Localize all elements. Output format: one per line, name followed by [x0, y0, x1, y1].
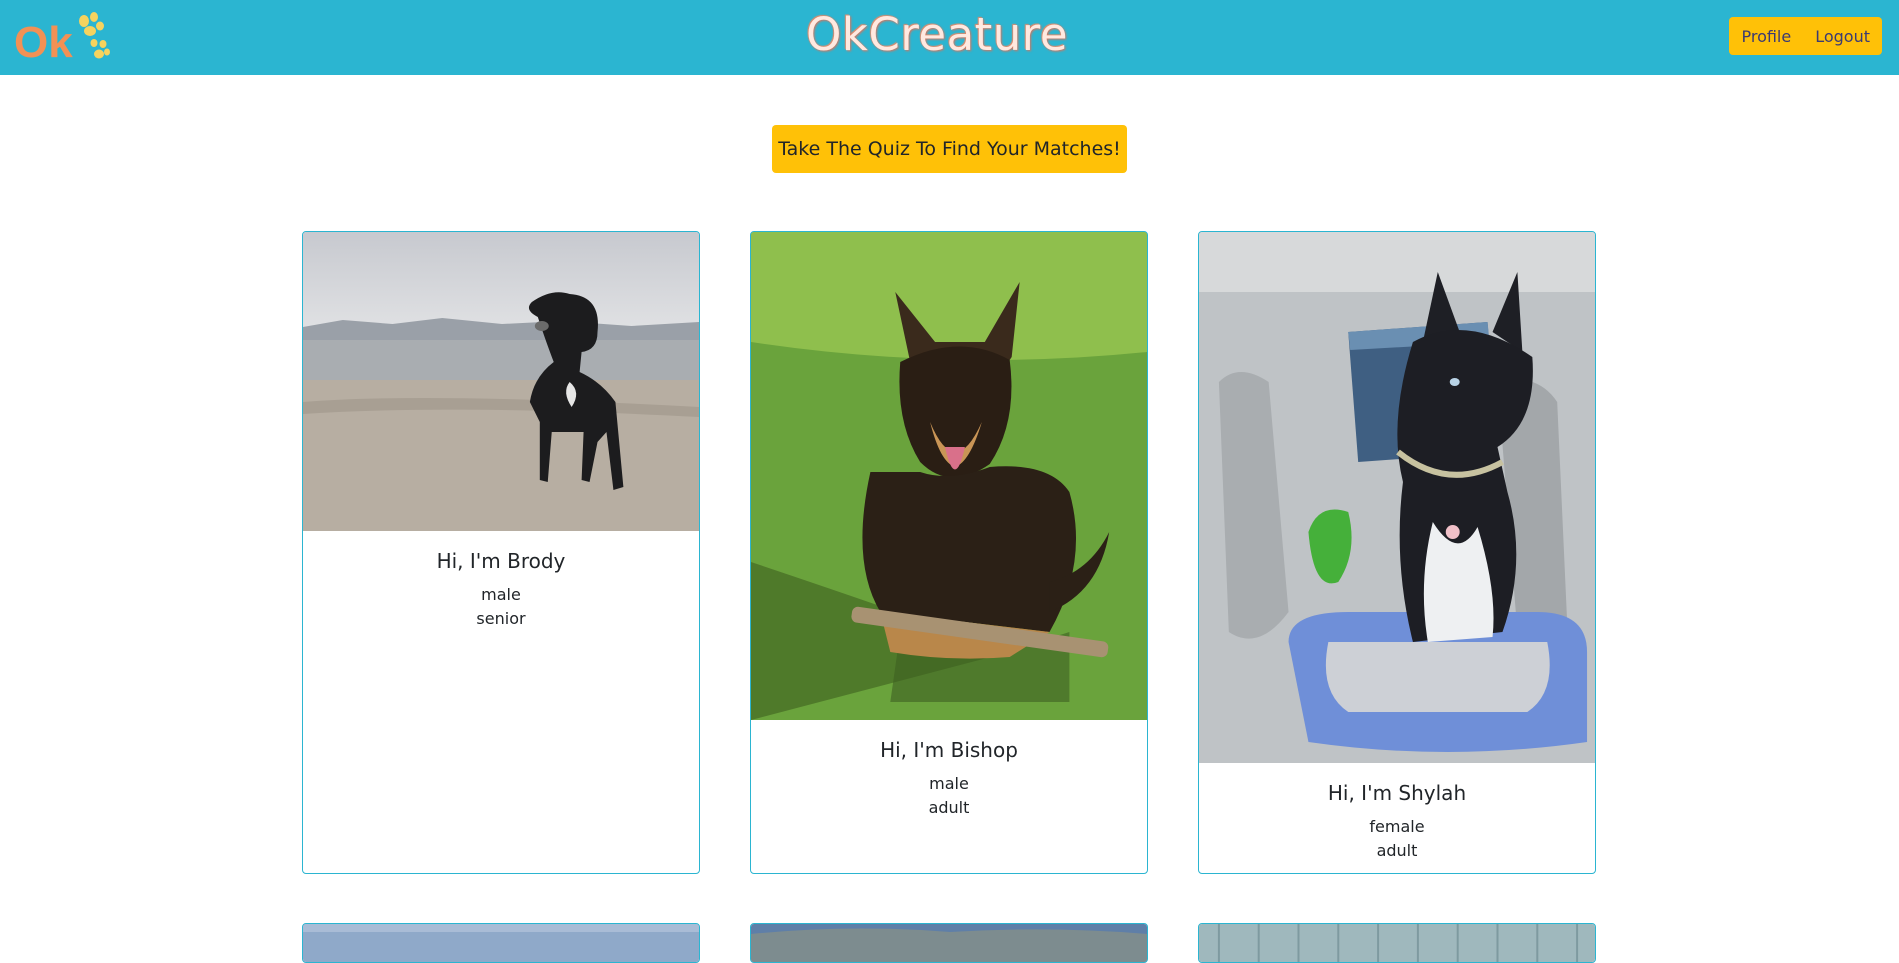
- pet-age: adult: [1376, 841, 1418, 860]
- pet-sex: male: [481, 585, 521, 604]
- pet-photo: [751, 232, 1147, 720]
- pet-name: Hi, I'm Bishop: [880, 738, 1018, 762]
- pet-card[interactable]: Hi, I'm Shylah female adult: [1198, 231, 1596, 874]
- pet-sex: male: [929, 774, 969, 793]
- logout-button[interactable]: Logout: [1803, 17, 1882, 55]
- card-body: Hi, I'm Shylah female adult: [1199, 763, 1595, 863]
- pet-age: senior: [476, 609, 526, 628]
- pet-photo: [751, 924, 1147, 962]
- pet-name: Hi, I'm Shylah: [1327, 781, 1467, 805]
- pet-sex: female: [1369, 817, 1425, 836]
- profile-button[interactable]: Profile: [1729, 17, 1804, 55]
- card-body: Hi, I'm Bishop male adult: [751, 720, 1147, 820]
- pet-card-partial[interactable]: [302, 923, 700, 963]
- pet-photo: [303, 924, 699, 962]
- brand-title[interactable]: OkCreature: [0, 8, 1874, 61]
- pet-photo: [303, 232, 699, 531]
- pet-card-partial[interactable]: [750, 923, 1148, 963]
- pet-photo: [1199, 924, 1595, 962]
- card-body: Hi, I'm Brody male senior: [303, 531, 699, 631]
- take-quiz-button[interactable]: Take The Quiz To Find Your Matches!: [772, 125, 1127, 173]
- pet-name: Hi, I'm Brody: [436, 549, 566, 573]
- nav-button-group: Profile Logout: [1729, 17, 1882, 55]
- pet-photo: [1199, 232, 1595, 763]
- pet-age: adult: [928, 798, 970, 817]
- pet-card[interactable]: Hi, I'm Brody male senior: [302, 231, 700, 874]
- pet-card[interactable]: Hi, I'm Bishop male adult: [750, 231, 1148, 874]
- navbar: Ok OkCreature Profile Logout: [0, 0, 1899, 75]
- pet-card-partial[interactable]: [1198, 923, 1596, 963]
